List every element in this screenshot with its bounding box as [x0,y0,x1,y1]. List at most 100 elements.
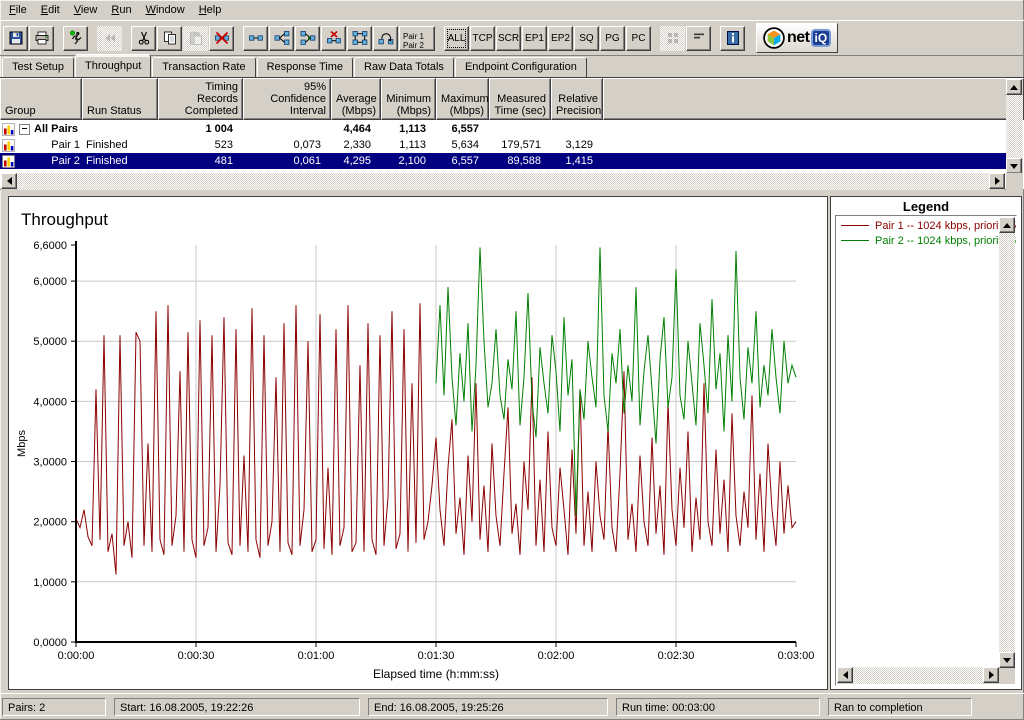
tab-transaction-rate[interactable]: Transaction Rate [152,57,255,77]
pair-chart-icon [2,155,15,168]
run-status-cell: Finished [82,155,158,167]
pc-button[interactable]: PC [626,26,651,51]
column-header-maximum[interactable]: Maximum(Mbps) [436,78,489,120]
column-header-line: Group [5,105,77,117]
x-tick-label: 0:02:00 [538,650,575,662]
ep2-button[interactable]: EP2 [548,26,573,51]
scr-button[interactable]: SCR [496,26,521,51]
table-vertical-scrollbar[interactable] [1006,79,1023,174]
y-axis-title: Mbps [16,430,28,457]
legend-vertical-scrollbar[interactable] [999,217,1015,668]
scrollbar-track[interactable] [999,233,1015,652]
print-button[interactable] [29,26,54,51]
menu-edit[interactable]: Edit [34,2,67,18]
group-pairs-icon [352,30,368,46]
ep1-button[interactable]: EP1 [522,26,547,51]
table-row-pair-2[interactable]: Pair 2Finished4810,0614,2952,1006,55789,… [0,153,1006,169]
scroll-right-button[interactable] [983,667,999,683]
save-button[interactable] [3,26,28,51]
status-pairs: Pairs: 2 [2,698,106,716]
legend-horizontal-scrollbar[interactable] [837,667,999,684]
pg-button[interactable]: PG [600,26,625,51]
table-horizontal-scrollbar[interactable] [1,173,1005,190]
add-pair-button[interactable] [243,26,268,51]
scroll-down-button[interactable] [1006,158,1022,174]
info-button[interactable] [720,26,745,51]
report-view-button[interactable] [686,26,711,51]
group-pairs-button[interactable] [347,26,372,51]
tab-response-time[interactable]: Response Time [257,57,353,77]
value-cell-timing-records: 523 [158,139,243,151]
group-label: All Pairs [34,123,78,135]
column-header-relative-precision[interactable]: RelativePrecision [551,78,603,120]
scrollbar-track[interactable] [853,667,983,684]
scroll-left-button[interactable] [1,173,17,189]
scroll-right-button[interactable] [989,173,1005,189]
paste-button[interactable] [183,26,208,51]
toolbar-button-label: PC [632,33,646,44]
reorder-pairs-button[interactable] [373,26,398,51]
report-view-icon [691,30,707,46]
y-tick-label: 2,0000 [33,517,67,529]
column-header-line: (Mbps) [441,105,484,117]
scroll-down-button[interactable] [999,652,1015,668]
toolbar: Pair 1Pair 2 ALLTCPSCREP1EP2SQPG PC netiQ [0,20,1024,56]
column-header-timing-records[interactable]: Timing RecordsCompleted [158,78,243,120]
tab-throughput[interactable]: Throughput [75,54,151,77]
tcp-button[interactable]: TCP [470,26,495,51]
tab-raw-data-totals[interactable]: Raw Data Totals [354,57,454,77]
print-icon [34,30,50,46]
delete-with-x-button[interactable] [209,26,234,51]
column-header-run-status[interactable]: Run Status [82,78,158,120]
value-cell-maximum: 6,557 [436,123,489,135]
toolbar-group: Pair 1Pair 2 [243,26,436,51]
netiq-logo: netiQ [756,23,838,53]
menu-file[interactable]: File [2,2,34,18]
swap-endpoints-button[interactable]: Pair 1Pair 2 [399,26,435,51]
chart-panel: Throughput6,60006,00005,00004,00003,0000… [8,196,828,690]
table-rows: All Pairs1 0044,4641,1136,557Pair 1Finis… [0,121,1006,169]
scroll-up-button[interactable] [999,217,1015,233]
delete-pair-button[interactable] [321,26,346,51]
table-row-all-pairs[interactable]: All Pairs1 0044,4641,1136,557 [0,121,1006,137]
copy-button[interactable] [157,26,182,51]
scrollbar-track[interactable] [1006,95,1023,158]
value-cell-confidence: 0,073 [243,139,331,151]
scrollbar-track[interactable] [17,173,989,190]
scroll-left-button[interactable] [837,667,853,683]
column-header-minimum[interactable]: Minimum(Mbps) [381,78,436,120]
menu-window[interactable]: Window [139,2,192,18]
legend-box: Pair 1 -- 1024 kbps, priority 5Pair 2 --… [835,215,1017,686]
series-pair-2 [436,247,796,515]
menu-help[interactable]: Help [192,2,229,18]
column-header-measured-time[interactable]: MeasuredTime (sec) [489,78,551,120]
run-status-cell: Finished [82,139,158,151]
menu-run[interactable]: Run [104,2,138,18]
thumbnail-view-button[interactable] [660,26,685,51]
table-row-pair-1[interactable]: Pair 1Finished5230,0732,3301,1135,634179… [0,137,1006,153]
toolbar-group: ALLTCPSCREP1EP2SQPG PC [444,26,652,51]
cut-button[interactable] [131,26,156,51]
column-header-confidence[interactable]: 95% ConfidenceInterval [243,78,331,120]
column-header-group[interactable]: Group [0,78,82,120]
group-cell: Pair 1 [0,139,82,152]
column-header-average[interactable]: Average(Mbps) [331,78,381,120]
column-header-line: Average [336,93,376,105]
menu-view[interactable]: View [67,2,105,18]
y-tick-label: 4,0000 [33,396,67,408]
tab-endpoint-configuration[interactable]: Endpoint Configuration [455,57,587,77]
all-button[interactable]: ALL [444,26,469,51]
run-test-button[interactable] [63,26,88,51]
collapse-minus-icon[interactable] [19,124,30,135]
tab-test-setup[interactable]: Test Setup [2,57,74,77]
scroll-up-button[interactable] [1006,79,1022,95]
column-header-line: (Mbps) [386,105,431,117]
delete-with-x-icon [214,30,230,46]
replicate-pair-button[interactable] [295,26,320,51]
sq-button[interactable]: SQ [574,26,599,51]
save-icon [8,30,24,46]
add-multicast-group-button[interactable] [269,26,294,51]
x-tick-label: 0:01:00 [298,650,335,662]
x-tick-label: 0:01:30 [418,650,455,662]
abort-run-button[interactable] [97,26,122,51]
